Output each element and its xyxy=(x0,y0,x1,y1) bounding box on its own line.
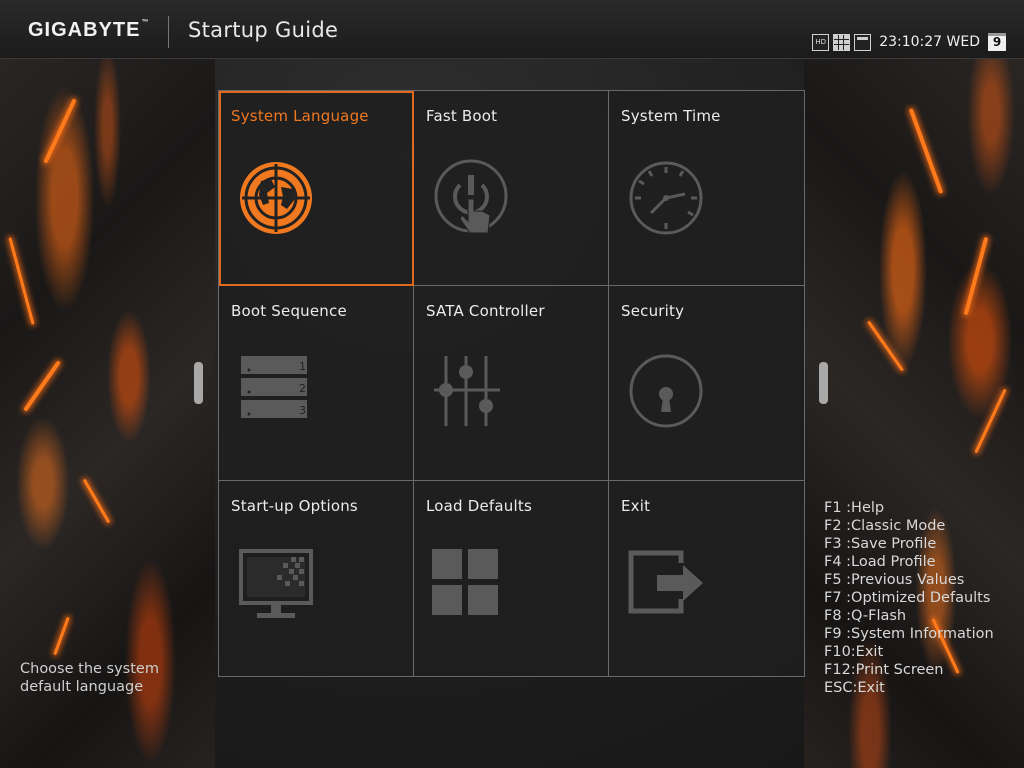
sliders-icon xyxy=(434,356,500,426)
tile-label: System Time xyxy=(621,107,721,125)
brand-logo: GIGABYTE™ xyxy=(28,19,150,41)
hotkey-print-screen[interactable]: F12:Print Screen xyxy=(824,661,1020,679)
tile-startup-options[interactable]: Start-up Options xyxy=(219,481,414,676)
tile-label: Boot Sequence xyxy=(231,302,347,320)
hotkey-load-profile[interactable]: F4 :Load Profile xyxy=(824,553,1020,571)
hotkey-optimized-defaults[interactable]: F7 :Optimized Defaults xyxy=(824,589,1020,607)
help-description: Choose the system default language xyxy=(20,661,159,695)
tile-label: Fast Boot xyxy=(426,107,498,125)
power-touch-icon xyxy=(434,159,508,234)
grid-view-icon[interactable] xyxy=(833,33,851,51)
tile-exit[interactable]: Exit xyxy=(609,481,804,676)
hotkey-system-information[interactable]: F9 :System Information xyxy=(824,625,1020,643)
monitor-icon xyxy=(239,549,313,618)
lock-icon xyxy=(629,354,703,428)
hotkey-list: F1 :Help F2 :Classic Mode F3 :Save Profi… xyxy=(824,499,1020,697)
tile-boot-sequence[interactable]: Boot Sequence 1 2 3 xyxy=(219,286,414,481)
tile-label: SATA Controller xyxy=(426,302,545,320)
calendar-icon: 9 xyxy=(988,33,1006,51)
hotkey-exit[interactable]: F10:Exit xyxy=(824,643,1020,661)
hotkey-help[interactable]: F1 :Help xyxy=(824,499,1020,517)
scroll-right-handle[interactable] xyxy=(819,362,828,404)
globe-icon xyxy=(240,162,312,234)
tile-label: Exit xyxy=(621,497,651,515)
tile-label: System Language xyxy=(231,107,369,125)
hd-mode-icon[interactable]: HD xyxy=(812,33,830,51)
tile-system-time[interactable]: System Time xyxy=(609,91,804,286)
tile-system-language[interactable]: System Language xyxy=(219,91,414,286)
boot-number: 2 xyxy=(299,382,306,395)
hotkey-esc-exit[interactable]: ESC:Exit xyxy=(824,679,1020,697)
tile-label: Start-up Options xyxy=(231,497,358,515)
tile-label: Load Defaults xyxy=(426,497,532,515)
tile-security[interactable]: Security xyxy=(609,286,804,481)
tile-label: Security xyxy=(621,302,685,320)
hotkey-previous-values[interactable]: F5 :Previous Values xyxy=(824,571,1020,589)
window-view-icon[interactable] xyxy=(854,33,872,51)
status-area: HD 23:10:27 WED 9 xyxy=(812,32,1006,52)
tile-fast-boot[interactable]: Fast Boot xyxy=(414,91,609,286)
page-title: Startup Guide xyxy=(188,18,339,42)
boot-number: 3 xyxy=(299,404,306,417)
defaults-grid-icon xyxy=(432,549,498,615)
startup-guide-grid: System Language Fast Boot System Time Bo… xyxy=(218,90,805,677)
tile-load-defaults[interactable]: Load Defaults xyxy=(414,481,609,676)
tile-sata-controller[interactable]: SATA Controller xyxy=(414,286,609,481)
header-bar: GIGABYTE™ Startup Guide HD 23:10:27 WED … xyxy=(0,0,1024,59)
exit-icon xyxy=(628,550,703,614)
scroll-left-handle[interactable] xyxy=(194,362,203,404)
header-divider xyxy=(168,16,169,48)
boot-number: 1 xyxy=(299,360,306,373)
hotkey-classic-mode[interactable]: F2 :Classic Mode xyxy=(824,517,1020,535)
hotkey-save-profile[interactable]: F3 :Save Profile xyxy=(824,535,1020,553)
boot-list-icon: 1 2 3 xyxy=(241,356,307,418)
hotkey-q-flash[interactable]: F8 :Q-Flash xyxy=(824,607,1020,625)
clock-display: 23:10:27 WED xyxy=(879,34,980,50)
clock-icon xyxy=(629,161,703,235)
